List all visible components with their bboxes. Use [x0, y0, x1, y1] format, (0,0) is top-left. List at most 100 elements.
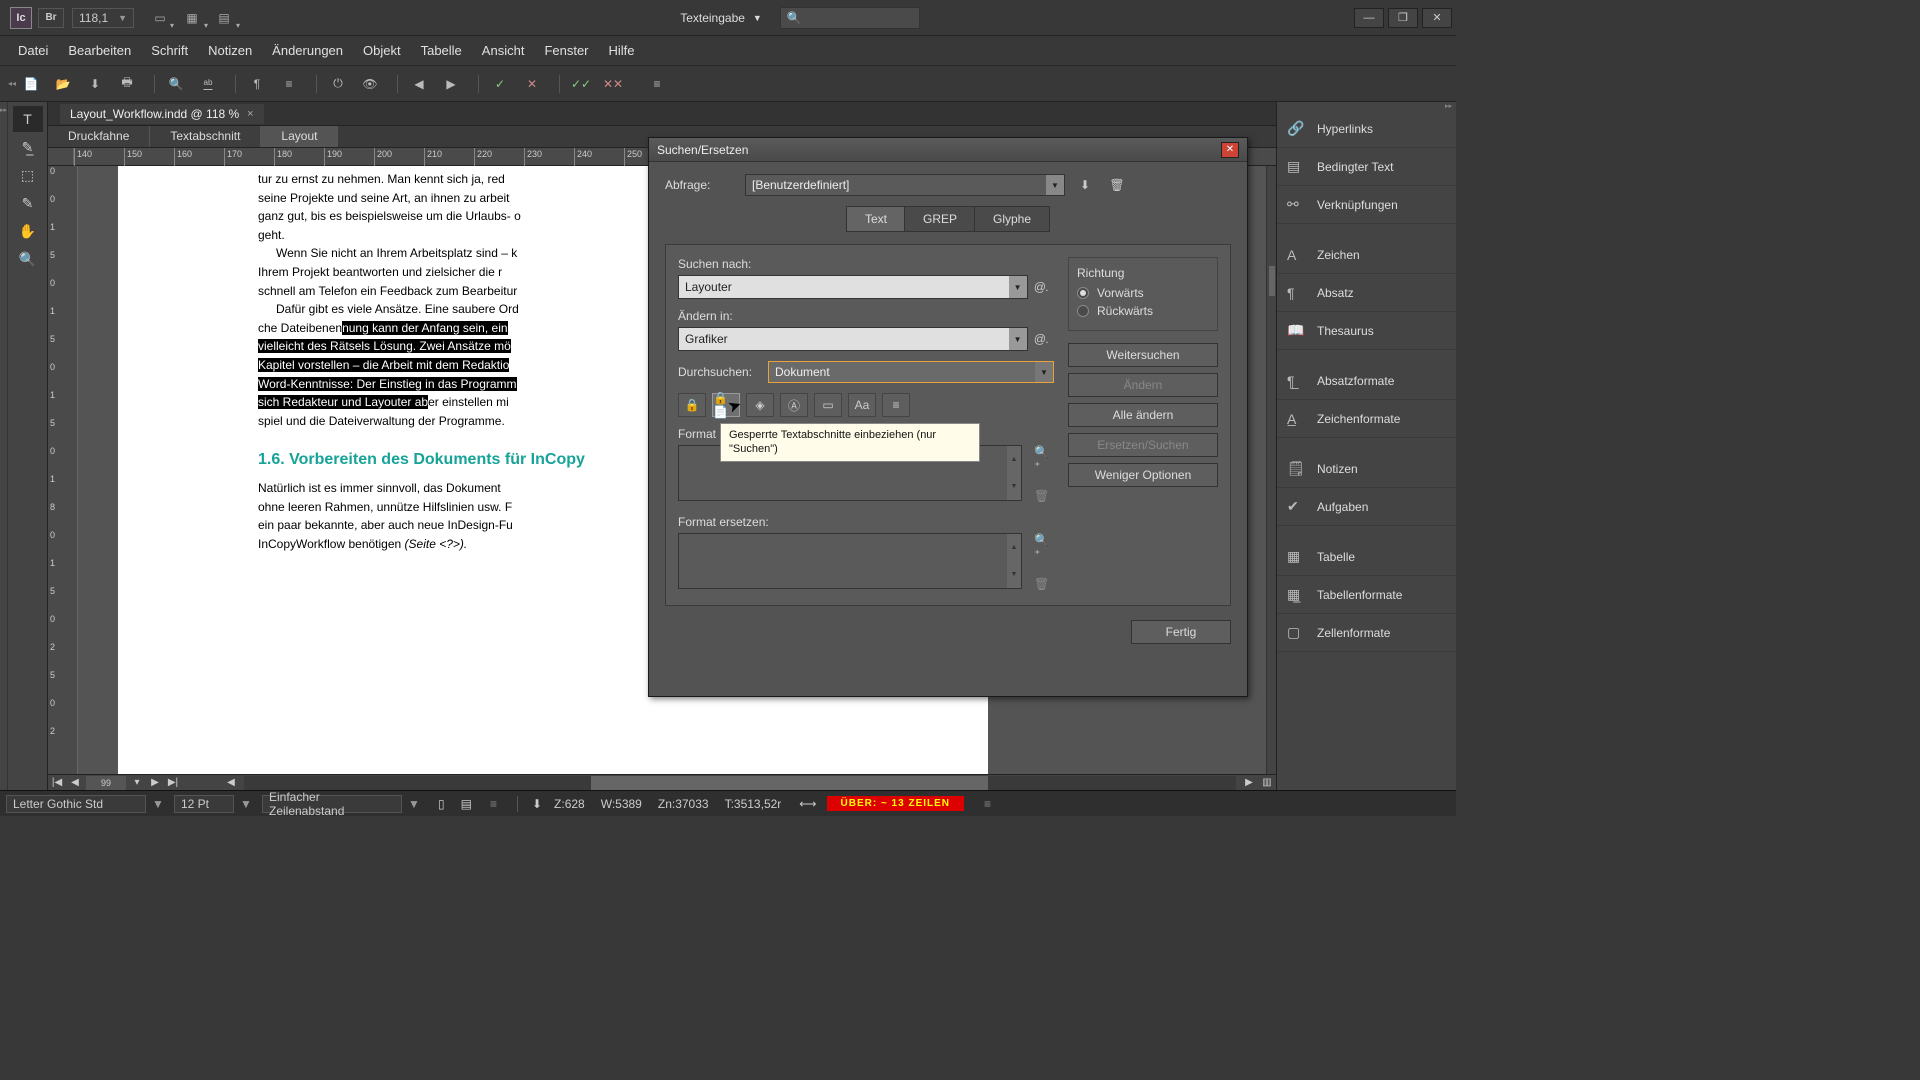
format-change-box[interactable]: ▲▼ [678, 533, 1022, 589]
pilcrow-icon[interactable]: ¶ [244, 73, 270, 95]
panel-collapse-strip[interactable]: ▸▸ [0, 102, 8, 790]
panel-tabelle[interactable]: ▦Tabelle [1277, 538, 1456, 576]
menu-lines-icon[interactable]: ≡ [644, 73, 670, 95]
tab-grep[interactable]: GREP [904, 206, 976, 232]
screen-mode-icon[interactable]: ▭▾ [146, 8, 174, 28]
footnotes-icon[interactable]: ▭ [814, 393, 842, 417]
reject-all-icon[interactable]: ✕✕ [600, 73, 626, 95]
specify-format-icon[interactable]: 🔍⁺ [1034, 445, 1054, 473]
last-page-icon[interactable]: ▶| [164, 776, 182, 790]
change-find-button[interactable]: Ersetzen/Suchen [1068, 433, 1218, 457]
minimize-button[interactable]: — [1354, 8, 1384, 28]
dialog-titlebar[interactable]: Suchen/Ersetzen ✕ [649, 138, 1247, 162]
change-all-button[interactable]: Alle ändern [1068, 403, 1218, 427]
dropdown-icon[interactable]: ▾ [128, 776, 146, 790]
spellcheck-icon[interactable]: ᵃᵇ [195, 73, 221, 95]
zoom-level-dropdown[interactable]: 118,1 ▼ [72, 8, 134, 28]
tab-glyphe[interactable]: Glyphe [974, 206, 1050, 232]
tab-druckfahne[interactable]: Druckfahne [48, 126, 150, 147]
new-icon[interactable]: 📄 [18, 73, 44, 95]
clear-format-icon[interactable]: 🗑 [1034, 577, 1054, 591]
next-icon[interactable]: ▶ [438, 73, 464, 95]
fewer-options-button[interactable]: Weniger Optionen [1068, 463, 1218, 487]
page-number-input[interactable]: 99 [86, 776, 126, 790]
menu-datei[interactable]: Datei [8, 39, 58, 62]
hidden-layers-icon[interactable]: ◈ [746, 393, 774, 417]
dialog-close-button[interactable]: ✕ [1221, 142, 1239, 158]
zoom-tool-icon[interactable]: 🔍 [13, 246, 43, 272]
save-query-icon[interactable]: ⬇ [1073, 175, 1097, 195]
power-icon[interactable]: ⏻ [325, 73, 351, 95]
panel-zeichen[interactable]: AZeichen [1277, 236, 1456, 274]
done-button[interactable]: Fertig [1131, 620, 1231, 644]
lines-icon[interactable]: ▤ [461, 797, 472, 811]
next-page-icon[interactable]: ▶ [146, 776, 164, 790]
close-tab-icon[interactable]: × [247, 108, 253, 120]
specify-format-icon[interactable]: 🔍⁺ [1034, 533, 1054, 561]
panel-notizen[interactable]: 🗒Notizen [1277, 450, 1456, 488]
panel-hyperlinks[interactable]: 🔗Hyperlinks [1277, 110, 1456, 148]
menu-schrift[interactable]: Schrift [141, 39, 198, 62]
bridge-button[interactable]: Br [38, 8, 64, 28]
special-char-button[interactable]: @. [1034, 280, 1054, 294]
panel-thesaurus[interactable]: 📖Thesaurus [1277, 312, 1456, 350]
accept-all-icon[interactable]: ✓✓ [568, 73, 594, 95]
scroll-left-icon[interactable]: ◀ [222, 776, 240, 790]
panel-absatz[interactable]: ¶Absatz [1277, 274, 1456, 312]
find-next-button[interactable]: Weitersuchen [1068, 343, 1218, 367]
eye-icon[interactable]: 👁 [357, 73, 383, 95]
font-size-dropdown[interactable]: 12 Pt [174, 795, 234, 813]
reject-icon[interactable]: ✕ [519, 73, 545, 95]
panel-zellenformate[interactable]: ▢Zellenformate [1277, 614, 1456, 652]
prev-icon[interactable]: ◀ [406, 73, 432, 95]
panel-absatzformate[interactable]: ¶̲Absatzformate [1277, 362, 1456, 400]
collapse-panels-icon[interactable]: ▸▸ [1277, 102, 1456, 110]
case-sensitive-icon[interactable]: Aa [848, 393, 876, 417]
panel-verknuepfungen[interactable]: ⚯Verknüpfungen [1277, 186, 1456, 224]
clear-format-icon[interactable]: 🗑 [1034, 489, 1054, 503]
find-icon[interactable]: 🔍 [163, 73, 189, 95]
split-view-icon[interactable]: ▥ [1258, 776, 1276, 790]
tab-layout[interactable]: Layout [261, 126, 338, 147]
scope-dropdown[interactable]: Dokument ▼ [768, 361, 1054, 383]
menu-bearbeiten[interactable]: Bearbeiten [58, 39, 141, 62]
menu-objekt[interactable]: Objekt [353, 39, 411, 62]
leading-dropdown[interactable]: Einfacher Zeilenabstand [262, 795, 402, 813]
print-icon[interactable]: 🖶 [114, 73, 140, 95]
prev-page-icon[interactable]: ◀ [66, 776, 84, 790]
workspace-dropdown[interactable]: Texteingabe ▼ [672, 11, 770, 25]
arrange-icon[interactable]: ▦▾ [178, 8, 206, 28]
menu-lines-icon[interactable]: ≡ [276, 73, 302, 95]
delete-query-icon[interactable]: 🗑 [1105, 175, 1129, 195]
accept-icon[interactable]: ✓ [487, 73, 513, 95]
open-icon[interactable]: 📂 [50, 73, 76, 95]
columns-icon[interactable]: ▯ [438, 797, 445, 811]
vertical-scrollbar[interactable] [1266, 166, 1276, 774]
panel-zeichenformate[interactable]: A̲Zeichenformate [1277, 400, 1456, 438]
save-icon[interactable]: ⬇ [82, 73, 108, 95]
tab-text[interactable]: Text [846, 206, 906, 232]
search-input[interactable]: Layouter ▼ [678, 275, 1028, 299]
query-dropdown[interactable]: [Benutzerdefiniert] ▼ [745, 174, 1065, 196]
master-pages-icon[interactable]: Ⓐ [780, 393, 808, 417]
hand-tool-icon[interactable]: ✋ [13, 218, 43, 244]
panel-tabellenformate[interactable]: ▦̲Tabellenformate [1277, 576, 1456, 614]
menu-fenster[interactable]: Fenster [534, 39, 598, 62]
panel-bedingter-text[interactable]: ▤Bedingter Text [1277, 148, 1456, 186]
font-family-dropdown[interactable]: Letter Gothic Std [6, 795, 146, 813]
scroll-right-icon[interactable]: ▶ [1240, 776, 1258, 790]
menu-ansicht[interactable]: Ansicht [472, 39, 535, 62]
change-input[interactable]: Grafiker ▼ [678, 327, 1028, 351]
radio-backward[interactable]: Rückwärts [1077, 304, 1209, 318]
fit-icon[interactable]: ⟷ [799, 797, 816, 811]
whole-word-icon[interactable]: ≡ [882, 393, 910, 417]
position-tool-icon[interactable]: ⬚ [13, 162, 43, 188]
first-page-icon[interactable]: |◀ [48, 776, 66, 790]
special-char-button[interactable]: @. [1034, 332, 1054, 346]
note-tool-icon[interactable]: ✎̲ [13, 134, 43, 160]
change-button[interactable]: Ändern [1068, 373, 1218, 397]
radio-forward[interactable]: Vorwärts [1077, 286, 1209, 300]
tab-textabschnitt[interactable]: Textabschnitt [150, 126, 261, 147]
document-tab[interactable]: Layout_Workflow.indd @ 118 % × [60, 104, 264, 124]
type-tool-icon[interactable]: T [13, 106, 43, 132]
